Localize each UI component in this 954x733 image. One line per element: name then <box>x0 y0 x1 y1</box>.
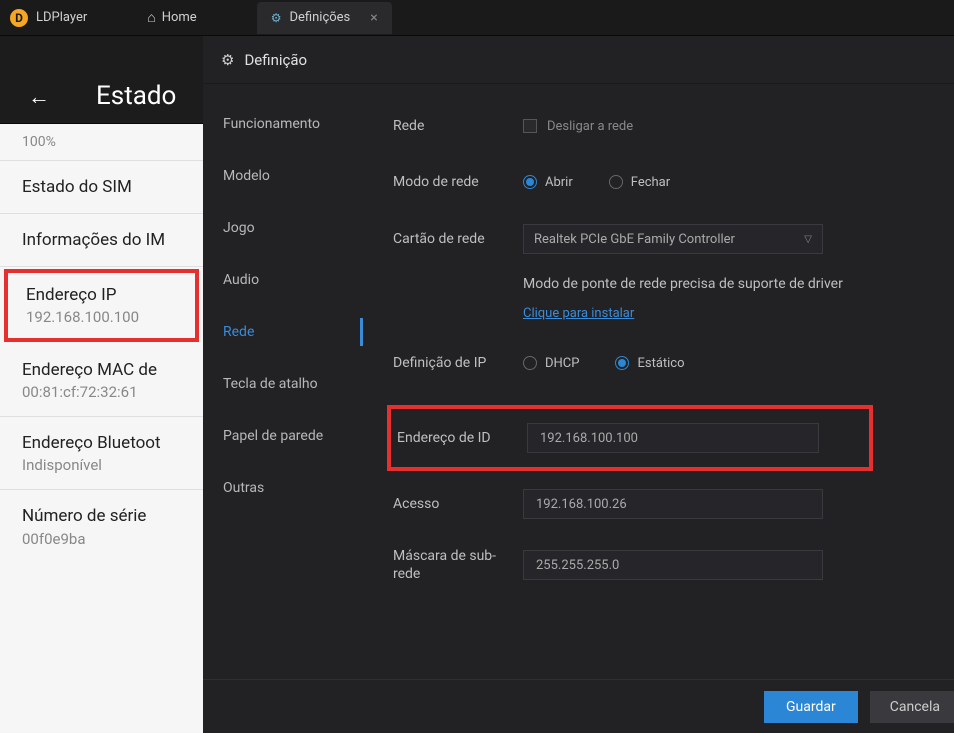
nav-audio[interactable]: Audio <box>203 254 363 306</box>
dialog-footer: Guardar Cancela <box>203 679 954 733</box>
tab-settings-label: Definições <box>289 10 350 25</box>
settings-nav: Funcionamento Modelo Jogo Audio Rede Tec… <box>203 84 363 679</box>
dialog-title: Definição <box>244 51 307 69</box>
home-icon: ⌂ <box>147 9 155 26</box>
radio-estatico[interactable]: Estático <box>615 356 684 371</box>
android-status-panel: ← Estado 100% Estado do SIM Informações … <box>0 36 203 733</box>
close-icon[interactable]: × <box>370 10 377 26</box>
android-header-title: Estado <box>96 81 176 111</box>
cancel-button[interactable]: Cancela <box>870 691 954 723</box>
nav-outras[interactable]: Outras <box>203 462 363 514</box>
radio-icon <box>609 175 623 189</box>
gear-icon: ⚙ <box>271 11 282 25</box>
cartao-label: Cartão de rede <box>393 231 523 247</box>
list-item-bluetooth[interactable]: Endereço Bluetoot Indisponível <box>0 417 203 490</box>
radio-icon <box>615 356 629 370</box>
checkbox-icon <box>523 119 537 133</box>
ip-address-input[interactable] <box>527 423 819 453</box>
back-arrow-icon[interactable]: ← <box>28 84 50 110</box>
android-header: ← Estado <box>0 36 203 124</box>
tab-home[interactable]: ⌂ Home <box>147 9 196 26</box>
save-button[interactable]: Guardar <box>764 691 858 723</box>
battery-percent: 100% <box>0 124 203 161</box>
modo-label: Modo de rede <box>393 174 523 190</box>
mascara-label: Máscara de sub-rede <box>393 547 523 583</box>
app-name: LDPlayer <box>36 10 87 25</box>
home-label: Home <box>162 10 197 25</box>
nav-funcionamento[interactable]: Funcionamento <box>203 98 363 150</box>
list-item-imei[interactable]: Informações do IM <box>0 214 203 267</box>
ip-address-row: Endereço de ID <box>387 405 873 471</box>
driver-note: Modo de ponte de rede precisa de suporte… <box>523 276 924 292</box>
gear-icon: ⚙ <box>221 51 234 69</box>
gateway-input[interactable] <box>523 489 823 519</box>
nav-tecla[interactable]: Tecla de atalho <box>203 358 363 410</box>
app-logo-icon: D <box>10 9 28 27</box>
list-item-mac[interactable]: Endereço MAC de 00:81:cf:72:32:61 <box>0 344 203 417</box>
ipdef-label: Definição de IP <box>393 355 523 371</box>
nav-jogo[interactable]: Jogo <box>203 202 363 254</box>
list-item-serial[interactable]: Número de série 00f0e9ba <box>0 490 203 562</box>
chevron-down-icon: ▽ <box>804 234 812 245</box>
title-bar: D LDPlayer ⌂ Home ⚙ Definições × <box>0 0 954 36</box>
radio-icon <box>523 356 537 370</box>
nav-rede[interactable]: Rede <box>203 306 363 358</box>
settings-content: Rede Desligar a rede Modo de rede Abrir <box>363 84 954 679</box>
radio-fechar[interactable]: Fechar <box>609 175 670 190</box>
list-item-ip[interactable]: Endereço IP 192.168.100.100 <box>4 269 199 342</box>
dialog-header: ⚙ Definição <box>203 36 954 84</box>
cartao-select[interactable]: Realtek PCIe GbE Family Controller ▽ <box>523 224 823 254</box>
tab-settings[interactable]: ⚙ Definições × <box>257 2 392 34</box>
rede-label: Rede <box>393 118 523 134</box>
endereco-label: Endereço de ID <box>397 430 527 446</box>
install-link[interactable]: Clique para instalar <box>523 306 634 321</box>
settings-dialog: ⚙ Definição Funcionamento Modelo Jogo Au… <box>203 36 954 733</box>
subnet-input[interactable] <box>523 550 823 580</box>
desligar-checkbox[interactable]: Desligar a rede <box>523 119 633 134</box>
nav-papel[interactable]: Papel de parede <box>203 410 363 462</box>
radio-dhcp[interactable]: DHCP <box>523 356 579 371</box>
acesso-label: Acesso <box>393 496 523 512</box>
list-item-sim[interactable]: Estado do SIM <box>0 161 203 214</box>
radio-icon <box>523 175 537 189</box>
nav-modelo[interactable]: Modelo <box>203 150 363 202</box>
radio-abrir[interactable]: Abrir <box>523 175 573 190</box>
